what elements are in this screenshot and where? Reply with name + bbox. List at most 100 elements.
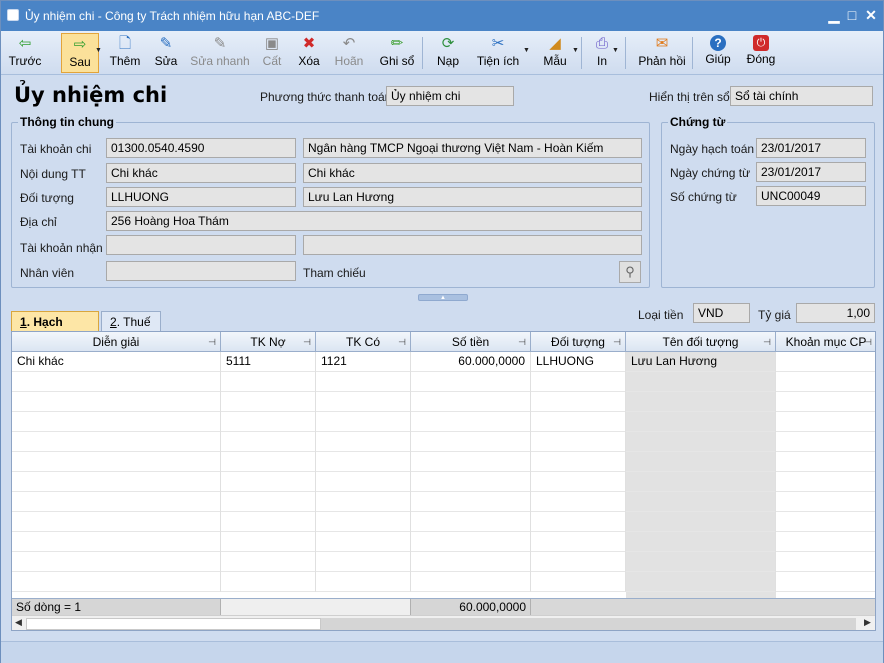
table-cell[interactable] — [776, 492, 875, 512]
ledger-select[interactable]: Sổ tài chính — [730, 86, 873, 106]
table-cell[interactable] — [12, 512, 221, 532]
table-cell[interactable] — [411, 472, 531, 492]
table-cell[interactable] — [776, 532, 875, 552]
table-cell[interactable] — [776, 392, 875, 412]
table-cell[interactable] — [12, 372, 221, 392]
table-cell[interactable] — [531, 372, 626, 392]
table-cell[interactable] — [411, 492, 531, 512]
collapse-splitter[interactable]: ▲ — [418, 294, 468, 301]
table-cell[interactable] — [411, 372, 531, 392]
doc-date-field[interactable]: 23/01/2017 — [756, 162, 866, 182]
table-row[interactable] — [12, 452, 875, 472]
table-row[interactable] — [12, 372, 875, 392]
table-cell[interactable] — [316, 512, 411, 532]
post-button[interactable]: ✏ Ghi sổ — [375, 33, 419, 73]
table-cell[interactable] — [776, 452, 875, 472]
content-code-field[interactable]: Chi khác — [106, 163, 296, 183]
pin-icon[interactable]: ⊣ — [303, 332, 311, 352]
table-cell[interactable] — [531, 512, 626, 532]
table-cell[interactable] — [531, 392, 626, 412]
table-cell[interactable] — [316, 432, 411, 452]
close-button[interactable]: ⏻ Đóng — [741, 33, 781, 73]
pin-icon[interactable]: ⊣ — [398, 332, 406, 352]
recv-account-field[interactable] — [106, 235, 296, 255]
bank-field[interactable]: Ngân hàng TMCP Ngoại thương Việt Nam - H… — [303, 138, 642, 158]
table-cell[interactable] — [12, 552, 221, 572]
dropdown-arrow-icon[interactable]: ▼ — [523, 47, 530, 54]
table-cell[interactable]: LLHUONG — [531, 352, 626, 372]
table-cell[interactable]: Lưu Lan Hương — [626, 352, 776, 372]
table-cell[interactable]: 60.000,0000 — [411, 352, 531, 372]
table-cell[interactable] — [411, 552, 531, 572]
table-cell[interactable] — [626, 372, 776, 392]
table-cell[interactable] — [221, 512, 316, 532]
utils-button[interactable]: ✂ Tiện ích — [471, 33, 525, 73]
table-cell[interactable] — [316, 572, 411, 592]
pin-icon[interactable]: ⊣ — [613, 332, 621, 352]
table-cell[interactable] — [531, 492, 626, 512]
scrollbar-thumb[interactable] — [26, 618, 321, 630]
template-button[interactable]: ◢ Mẫu — [535, 33, 575, 73]
column-header[interactable]: Khoản mục CP ⊣ — [776, 332, 875, 352]
table-cell[interactable] — [316, 492, 411, 512]
table-cell[interactable] — [411, 392, 531, 412]
table-cell[interactable] — [626, 452, 776, 472]
undo-button[interactable]: ↶ Hoãn — [331, 33, 367, 73]
table-cell[interactable] — [776, 352, 875, 372]
table-cell[interactable] — [776, 432, 875, 452]
table-cell[interactable] — [626, 412, 776, 432]
column-header[interactable]: Diễn giải ⊣ — [12, 332, 221, 352]
horizontal-scrollbar[interactable]: ◀ ▶ — [12, 615, 875, 630]
table-cell[interactable] — [626, 512, 776, 532]
table-cell[interactable] — [776, 572, 875, 592]
doc-no-field[interactable]: UNC00049 — [756, 186, 866, 206]
table-cell[interactable] — [411, 512, 531, 532]
table-cell[interactable] — [531, 572, 626, 592]
table-cell[interactable] — [776, 472, 875, 492]
object-code-field[interactable]: LLHUONG — [106, 187, 296, 207]
recv-bank-field[interactable] — [303, 235, 642, 255]
table-row[interactable] — [12, 552, 875, 572]
table-row[interactable] — [12, 492, 875, 512]
table-row[interactable] — [12, 572, 875, 592]
table-cell[interactable] — [776, 552, 875, 572]
tab-accounting[interactable]: 1. Hạch toán — [11, 311, 99, 343]
column-header[interactable]: TK Nợ ⊣ — [221, 332, 316, 352]
help-button[interactable]: ? Giúp — [701, 33, 735, 73]
next-button[interactable]: ⇨ Sau — [61, 33, 99, 73]
tab-tax[interactable]: 2. Thuế — [101, 311, 161, 332]
table-cell[interactable] — [12, 432, 221, 452]
back-button[interactable]: ⇦ Trước — [5, 33, 45, 73]
table-cell[interactable] — [12, 472, 221, 492]
table-cell[interactable] — [221, 492, 316, 512]
table-row[interactable] — [12, 512, 875, 532]
table-row[interactable] — [12, 472, 875, 492]
table-cell[interactable] — [221, 452, 316, 472]
column-header[interactable]: TK Có ⊣ — [316, 332, 411, 352]
table-cell[interactable] — [12, 412, 221, 432]
account-field[interactable]: 01300.0540.4590 — [106, 138, 296, 158]
table-cell[interactable] — [531, 532, 626, 552]
feedback-button[interactable]: ✉ Phản hồi — [633, 33, 691, 73]
table-cell[interactable] — [626, 552, 776, 572]
table-cell[interactable] — [316, 392, 411, 412]
table-cell[interactable] — [221, 552, 316, 572]
table-cell[interactable] — [12, 392, 221, 412]
currency-select[interactable]: VND — [693, 303, 750, 323]
table-row[interactable] — [12, 412, 875, 432]
table-cell[interactable] — [316, 452, 411, 472]
table-cell[interactable] — [626, 492, 776, 512]
dropdown-arrow-icon[interactable]: ▼ — [572, 47, 579, 54]
post-date-field[interactable]: 23/01/2017 — [756, 138, 866, 158]
reference-search-icon[interactable]: ⚲ — [619, 261, 641, 283]
table-cell[interactable] — [316, 372, 411, 392]
table-cell[interactable] — [12, 452, 221, 472]
table-cell[interactable] — [411, 412, 531, 432]
close-window-button[interactable]: ✕ — [860, 6, 882, 24]
table-cell[interactable] — [531, 432, 626, 452]
table-cell[interactable] — [626, 572, 776, 592]
edit-button[interactable]: ✎ Sửa — [151, 33, 181, 73]
table-cell[interactable]: Chi khác — [12, 352, 221, 372]
table-cell[interactable] — [776, 372, 875, 392]
quickedit-button[interactable]: ✎ Sửa nhanh — [189, 33, 251, 73]
